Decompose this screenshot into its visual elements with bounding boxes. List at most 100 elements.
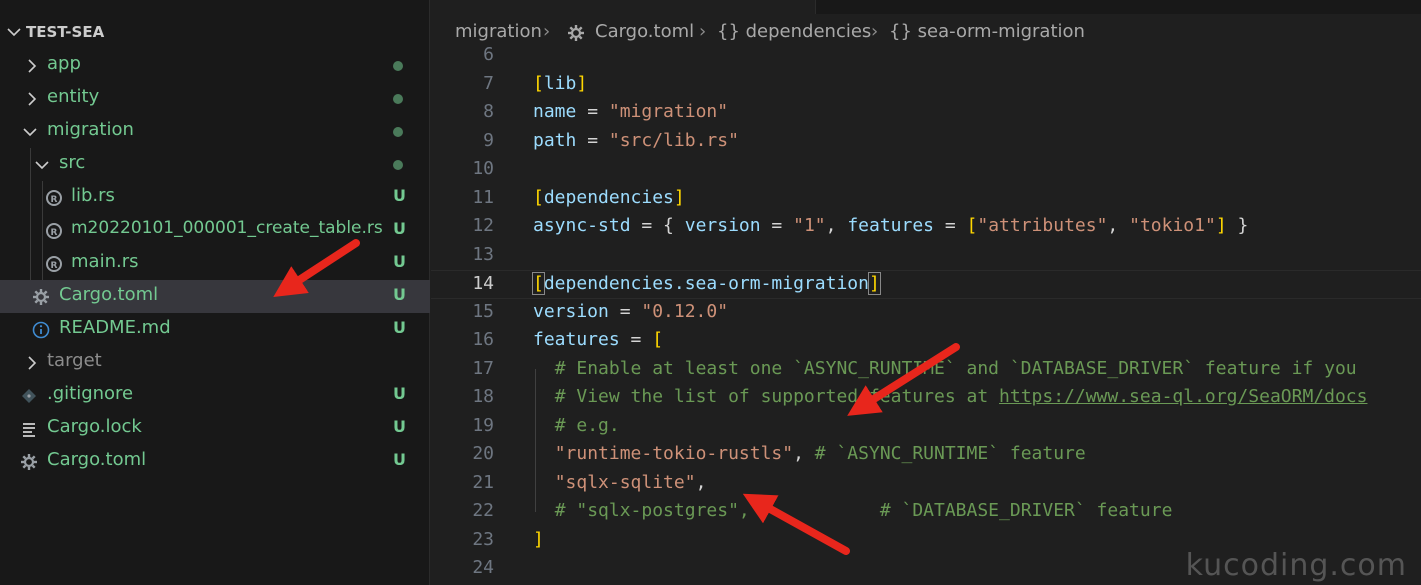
line-number: 6 bbox=[483, 44, 494, 65]
tree-item-entity[interactable]: entity bbox=[0, 82, 430, 115]
line-number: 16 bbox=[472, 329, 494, 350]
code-line: 16 features = [ bbox=[431, 327, 1421, 356]
breadcrumb-file[interactable]: Cargo.toml bbox=[595, 21, 694, 42]
code-line: 15 version = "0.12.0" bbox=[431, 299, 1421, 328]
tree-item-src[interactable]: src bbox=[0, 148, 430, 181]
line-number: 20 bbox=[472, 443, 494, 464]
git-status-badge: U bbox=[393, 417, 406, 436]
git-status-badge: U bbox=[393, 252, 406, 271]
toml-string: "sqlx-sqlite" bbox=[554, 471, 696, 493]
explorer-root-label: TEST-SEA bbox=[26, 23, 105, 41]
tree-item-label: .gitignore bbox=[47, 383, 134, 404]
code-line: 9 path = "src/lib.rs" bbox=[431, 128, 1421, 157]
tree-item-cargo-lock[interactable]: Cargo.lock U bbox=[0, 412, 430, 445]
tree-item-app[interactable]: app bbox=[0, 49, 430, 82]
lines-file-icon bbox=[23, 423, 35, 437]
code-line: 10 bbox=[431, 156, 1421, 185]
toml-string: "attributes" bbox=[977, 215, 1108, 236]
toml-string: "runtime-tokio-rustls" bbox=[554, 443, 794, 464]
code-line: 11 [dependencies] bbox=[431, 185, 1421, 214]
toml-key: version bbox=[533, 300, 609, 322]
chevron-right-icon bbox=[28, 92, 37, 106]
code-line: 18 # View the list of supported features… bbox=[431, 384, 1421, 413]
code-line: 17 # Enable at least one `ASYNC_RUNTIME`… bbox=[431, 356, 1421, 385]
toml-section: lib bbox=[543, 72, 577, 94]
git-status-badge: U bbox=[393, 186, 406, 205]
tree-item-label: lib.rs bbox=[71, 185, 115, 206]
line-number: 22 bbox=[472, 500, 494, 521]
rust-file-icon: R bbox=[46, 223, 62, 239]
code-line: 8 name = "migration" bbox=[431, 99, 1421, 128]
svg-text:R: R bbox=[51, 228, 58, 238]
toml-key: features bbox=[847, 215, 935, 236]
line-number: 7 bbox=[483, 72, 494, 94]
line-number: 12 bbox=[472, 215, 494, 236]
code-line-current: 14 [dependencies.sea-orm-migration] bbox=[431, 270, 1421, 299]
git-diamond-icon bbox=[22, 389, 36, 403]
gear-icon bbox=[33, 289, 49, 305]
tree-item-label: main.rs bbox=[71, 251, 139, 272]
docs-link[interactable]: https://www.sea-ql.org/SeaORM/docs bbox=[999, 386, 1367, 407]
tree-item-label: src bbox=[59, 152, 86, 173]
toml-key: path bbox=[533, 129, 577, 151]
code-line: 13 bbox=[431, 242, 1421, 271]
chevron-down-icon bbox=[23, 128, 37, 137]
active-tab[interactable] bbox=[431, 0, 816, 14]
modified-dot bbox=[393, 61, 403, 71]
git-status-badge: U bbox=[393, 450, 406, 469]
breadcrumb-section-dependencies[interactable]: {} dependencies bbox=[717, 21, 871, 42]
chevron-down-icon bbox=[35, 161, 49, 170]
line-number: 13 bbox=[472, 243, 494, 265]
watermark: kucoding.com bbox=[1185, 548, 1407, 583]
line-number: 19 bbox=[472, 414, 494, 436]
gear-icon bbox=[21, 454, 37, 470]
tree-item-label: entity bbox=[47, 86, 100, 107]
code-line: 6 bbox=[431, 42, 1421, 71]
line-number: 21 bbox=[472, 471, 494, 493]
chevron-right-icon: › bbox=[699, 21, 707, 42]
code-line: 19 # e.g. bbox=[431, 413, 1421, 442]
code-editor[interactable]: migration › Cargo.toml › {} dependencies… bbox=[431, 0, 1421, 585]
modified-dot bbox=[393, 94, 403, 104]
svg-text:R: R bbox=[51, 261, 58, 271]
tree-item-readme-md[interactable]: README.md U bbox=[0, 313, 430, 346]
toml-comment: # `ASYNC_RUNTIME` feature bbox=[814, 443, 1086, 464]
svg-text:R: R bbox=[51, 195, 58, 205]
code-line: 20 "runtime-tokio-rustls", # `ASYNC_RUNT… bbox=[431, 441, 1421, 470]
line-number: 8 bbox=[483, 101, 494, 122]
line-number: 17 bbox=[472, 357, 494, 379]
explorer-sidebar: TEST-SEA app entity migration src R lib.… bbox=[0, 0, 430, 585]
tree-item-migration-cargo-toml[interactable]: Cargo.toml U bbox=[0, 280, 430, 313]
modified-dot bbox=[393, 160, 403, 170]
toml-key: name bbox=[533, 101, 577, 122]
toml-section: dependencies.sea-orm-migration bbox=[543, 273, 869, 294]
tree-item-label: target bbox=[47, 350, 102, 371]
tree-item-create-table-rs[interactable]: R m20220101_000001_create_table.rs U bbox=[0, 214, 430, 247]
line-number: 14 bbox=[472, 273, 494, 294]
toml-key: version bbox=[684, 215, 761, 236]
tree-item-migration[interactable]: migration bbox=[0, 115, 430, 148]
chevron-right-icon bbox=[28, 356, 37, 370]
rust-file-icon: R bbox=[46, 256, 62, 272]
toml-string: "migration" bbox=[608, 101, 729, 122]
line-number: 15 bbox=[472, 300, 494, 322]
modified-dot bbox=[393, 127, 403, 137]
line-number: 18 bbox=[472, 386, 494, 407]
info-icon bbox=[32, 321, 50, 339]
tree-item-label: README.md bbox=[59, 317, 171, 338]
tree-item-root-cargo-toml[interactable]: Cargo.toml U bbox=[0, 445, 430, 478]
toml-comment: # e.g. bbox=[554, 414, 620, 436]
chevron-right-icon: › bbox=[871, 21, 879, 42]
tree-item-main-rs[interactable]: R main.rs U bbox=[0, 247, 430, 280]
breadcrumb-section-sea-orm-migration[interactable]: {} sea-orm-migration bbox=[889, 21, 1085, 42]
explorer-root-folder[interactable]: TEST-SEA bbox=[0, 16, 430, 49]
tree-item-target[interactable]: target bbox=[0, 346, 430, 379]
editor-tab-strip bbox=[431, 0, 1421, 14]
git-status-badge: U bbox=[393, 384, 406, 403]
tree-item-gitignore[interactable]: .gitignore U bbox=[0, 379, 430, 412]
breadcrumb-folder[interactable]: migration bbox=[455, 21, 542, 42]
tree-item-lib-rs[interactable]: R lib.rs U bbox=[0, 181, 430, 214]
tree-item-label: Cargo.toml bbox=[59, 284, 159, 305]
chevron-right-icon bbox=[28, 59, 37, 73]
tree-item-label: Cargo.lock bbox=[47, 416, 142, 437]
